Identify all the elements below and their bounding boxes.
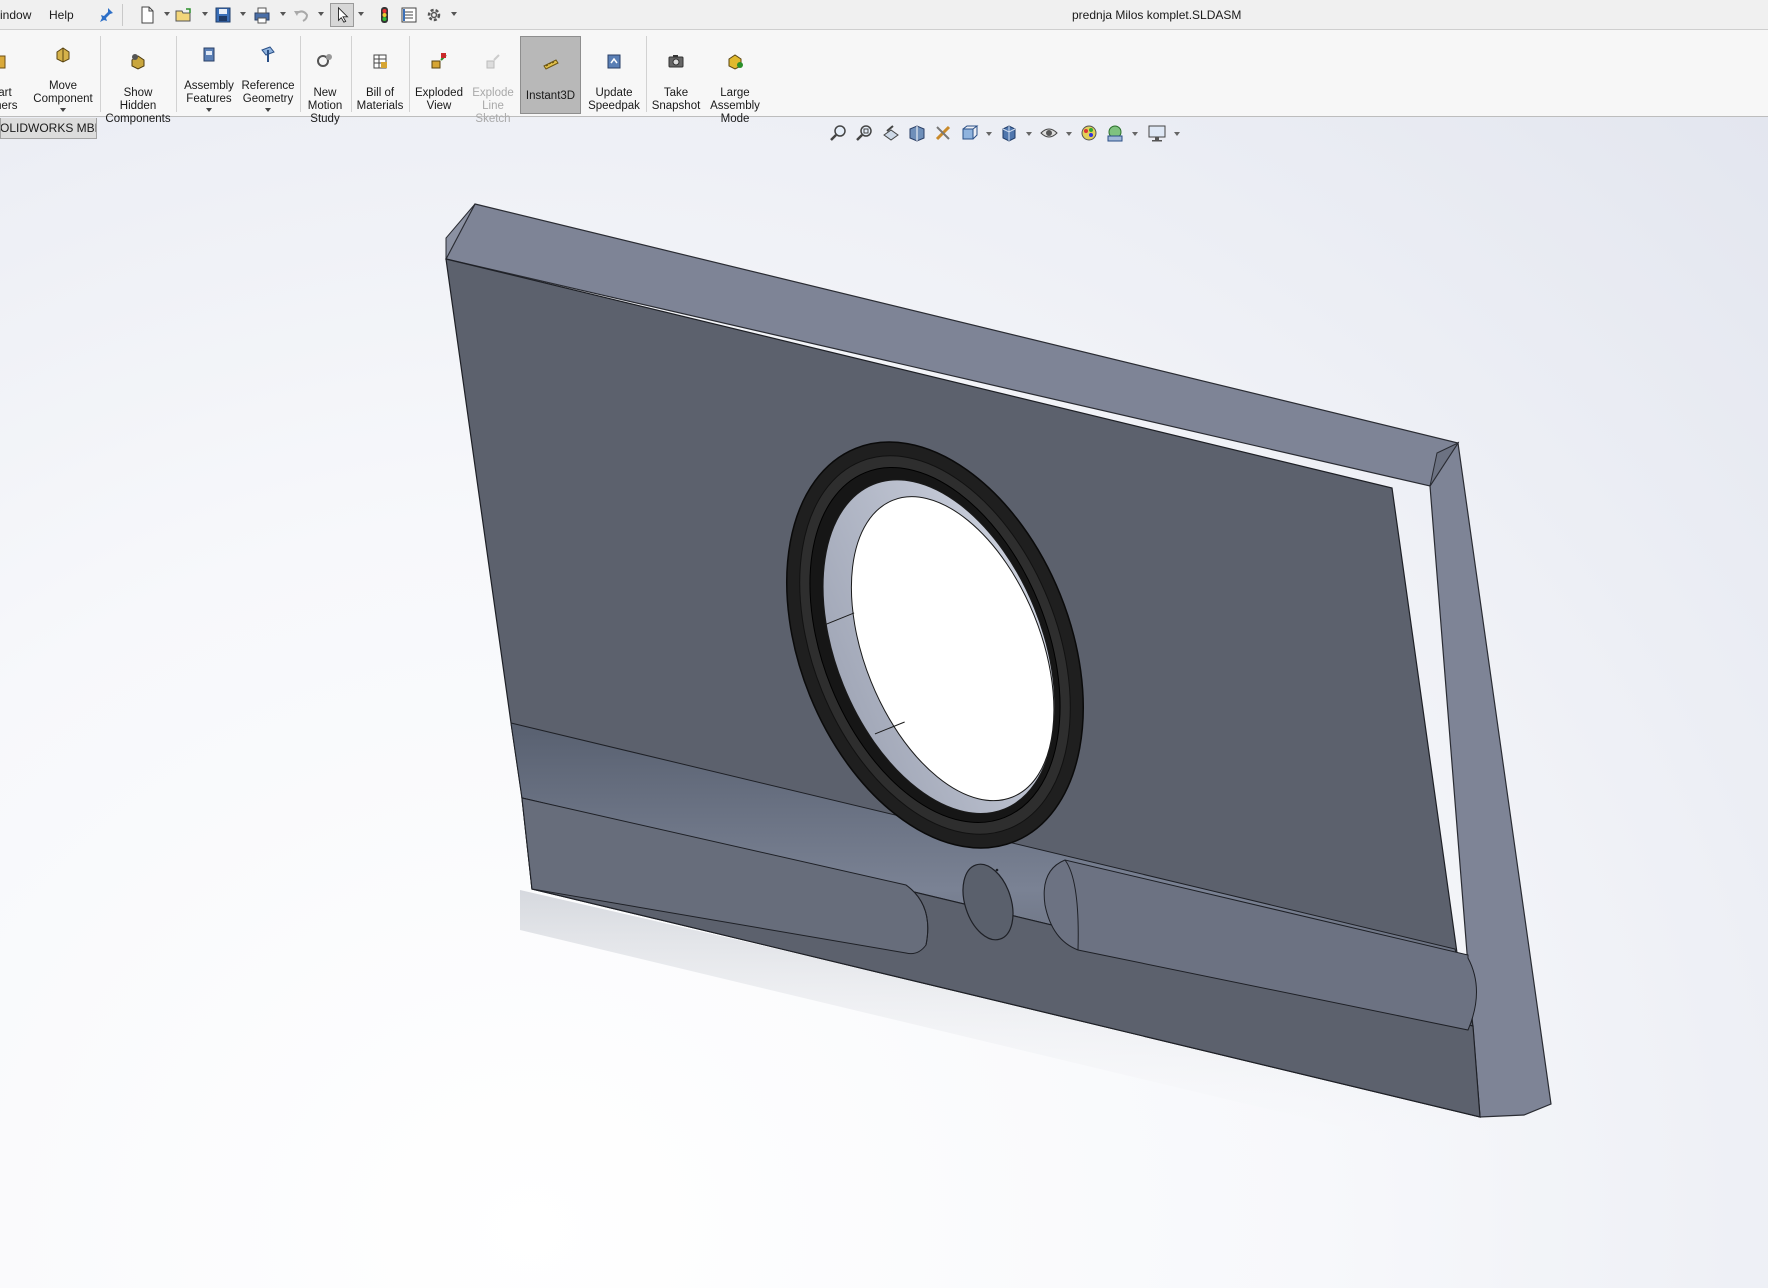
rebuild-icon[interactable] — [374, 5, 394, 25]
ribbon-label-update-speedpak: Update Speedpak — [588, 87, 640, 112]
tab-solidworks-mbd[interactable]: OLIDWORKS MBD — [0, 118, 97, 139]
previous-view-icon[interactable] — [881, 123, 901, 143]
hide-show-items-dropdown-icon[interactable] — [1066, 132, 1072, 136]
open-icon[interactable] — [174, 5, 194, 25]
smart-fasteners-icon — [0, 55, 6, 69]
instant3d-button[interactable]: Instant3D — [520, 36, 581, 114]
hide-show-items-icon[interactable] — [1039, 123, 1059, 143]
undo-dropdown-icon[interactable] — [318, 12, 324, 16]
reference-geometry-icon — [261, 46, 275, 62]
ribbon-label-bill-of-materials: Bill of Materials — [356, 87, 404, 112]
document-title: prednja Milos komplet.SLDASM — [1072, 8, 1242, 22]
view-orientation-dropdown-icon[interactable] — [986, 132, 992, 136]
menu-window[interactable]: indow — [0, 8, 31, 22]
large-assembly-mode-icon — [728, 54, 743, 70]
exploded-view-button[interactable]: Exploded View — [412, 33, 466, 113]
title-bar: indow Help prednja Milos komplet.SLDASM — [0, 0, 1768, 30]
move-component-icon — [56, 47, 70, 63]
print-dropdown-icon[interactable] — [280, 12, 286, 16]
display-style-icon[interactable] — [999, 123, 1019, 143]
ribbon-label-show-hidden-components: Show Hidden Components — [105, 87, 171, 125]
edit-appearance-icon[interactable] — [1079, 123, 1099, 143]
show-hidden-components-icon — [131, 54, 145, 70]
show-hidden-components-button[interactable]: Show Hidden Components — [104, 33, 172, 125]
zoom-to-area-icon[interactable] — [855, 123, 875, 143]
exploded-view-icon — [431, 53, 447, 69]
ribbon-label-exploded-view: Exploded View — [415, 87, 463, 112]
save-dropdown-icon[interactable] — [240, 12, 246, 16]
apply-scene-dropdown-icon[interactable] — [1132, 132, 1138, 136]
explode-line-sketch-button[interactable]: Explode Line Sketch — [468, 33, 518, 125]
ribbon-label-instant3d: Instant3D — [525, 90, 576, 102]
apply-scene-icon[interactable] — [1105, 123, 1125, 143]
options-icon[interactable] — [424, 5, 444, 25]
smart-fasteners-button[interactable]: art iners — [0, 33, 26, 113]
open-dropdown-icon[interactable] — [202, 12, 208, 16]
explode-line-sketch-icon — [486, 54, 500, 69]
file-properties-icon[interactable] — [399, 5, 419, 25]
undo-icon[interactable] — [291, 5, 311, 25]
display-style-dropdown-icon[interactable] — [1026, 132, 1032, 136]
view-settings-icon[interactable] — [1147, 123, 1167, 143]
ribbon-separator — [300, 36, 301, 112]
print-icon[interactable] — [252, 5, 272, 25]
options-dropdown-icon[interactable] — [451, 12, 457, 16]
assembly-features-button[interactable]: Assembly Features — [180, 33, 238, 113]
new-motion-study-icon — [317, 54, 332, 67]
update-speedpak-icon — [607, 54, 621, 69]
select-icon — [338, 6, 349, 23]
bill-of-materials-button[interactable]: Bill of Materials — [354, 33, 406, 113]
move-component-dropdown-icon[interactable] — [60, 108, 66, 112]
save-icon[interactable] — [213, 5, 233, 25]
pin-icon[interactable] — [96, 5, 116, 25]
assembly-model[interactable] — [0, 117, 1768, 1288]
ribbon-label-smart-fasteners: art iners — [0, 87, 18, 112]
reference-geometry-dropdown-icon[interactable] — [265, 108, 271, 112]
large-assembly-mode-button[interactable]: Large Assembly Mode — [707, 33, 763, 125]
ribbon-label-new-motion-study: New Motion Study — [307, 87, 343, 125]
new-document-icon[interactable] — [137, 5, 157, 25]
toolbar-separator — [122, 4, 123, 26]
view-settings-dropdown-icon[interactable] — [1174, 132, 1180, 136]
section-view-icon[interactable] — [907, 123, 927, 143]
take-snapshot-button[interactable]: Take Snapshot — [649, 33, 703, 113]
ribbon-separator — [351, 36, 352, 112]
assembly-features-icon — [203, 47, 215, 62]
reference-geometry-button[interactable]: Reference Geometry — [239, 33, 297, 113]
ribbon-label-reference-geometry: Reference Geometry — [241, 80, 295, 105]
ribbon-label-assembly-features: Assembly Features — [184, 80, 234, 105]
ribbon-separator — [176, 36, 177, 112]
tab-label-solidworks-mbd: OLIDWORKS MBD — [0, 121, 97, 135]
ribbon-label-large-assembly-mode: Large Assembly Mode — [710, 87, 760, 125]
zoom-to-fit-icon[interactable] — [829, 123, 849, 143]
instant3d-icon — [542, 59, 559, 70]
ribbon-label-explode-line-sketch: Explode Line Sketch — [472, 87, 514, 125]
view-orientation-icon[interactable] — [959, 123, 979, 143]
ribbon-separator — [100, 36, 101, 112]
ribbon-label-move-component: Move Component — [33, 80, 93, 105]
dynamic-annotation-icon[interactable] — [933, 123, 953, 143]
update-speedpak-button[interactable]: Update Speedpak — [585, 33, 643, 113]
command-manager-ribbon: art iners Move Component Show Hidden Com… — [0, 30, 1768, 125]
ribbon-separator — [409, 36, 410, 112]
move-component-button[interactable]: Move Component — [30, 33, 96, 113]
bill-of-materials-icon — [373, 54, 387, 69]
menu-help[interactable]: Help — [49, 8, 74, 22]
assembly-features-dropdown-icon[interactable] — [206, 108, 212, 112]
select-button[interactable] — [330, 3, 354, 27]
select-dropdown-icon[interactable] — [358, 12, 364, 16]
ribbon-separator — [646, 36, 647, 112]
new-motion-study-button[interactable]: New Motion Study — [302, 33, 348, 125]
new-dropdown-icon[interactable] — [164, 12, 170, 16]
ribbon-label-take-snapshot: Take Snapshot — [651, 87, 701, 112]
camera-icon — [668, 55, 684, 68]
